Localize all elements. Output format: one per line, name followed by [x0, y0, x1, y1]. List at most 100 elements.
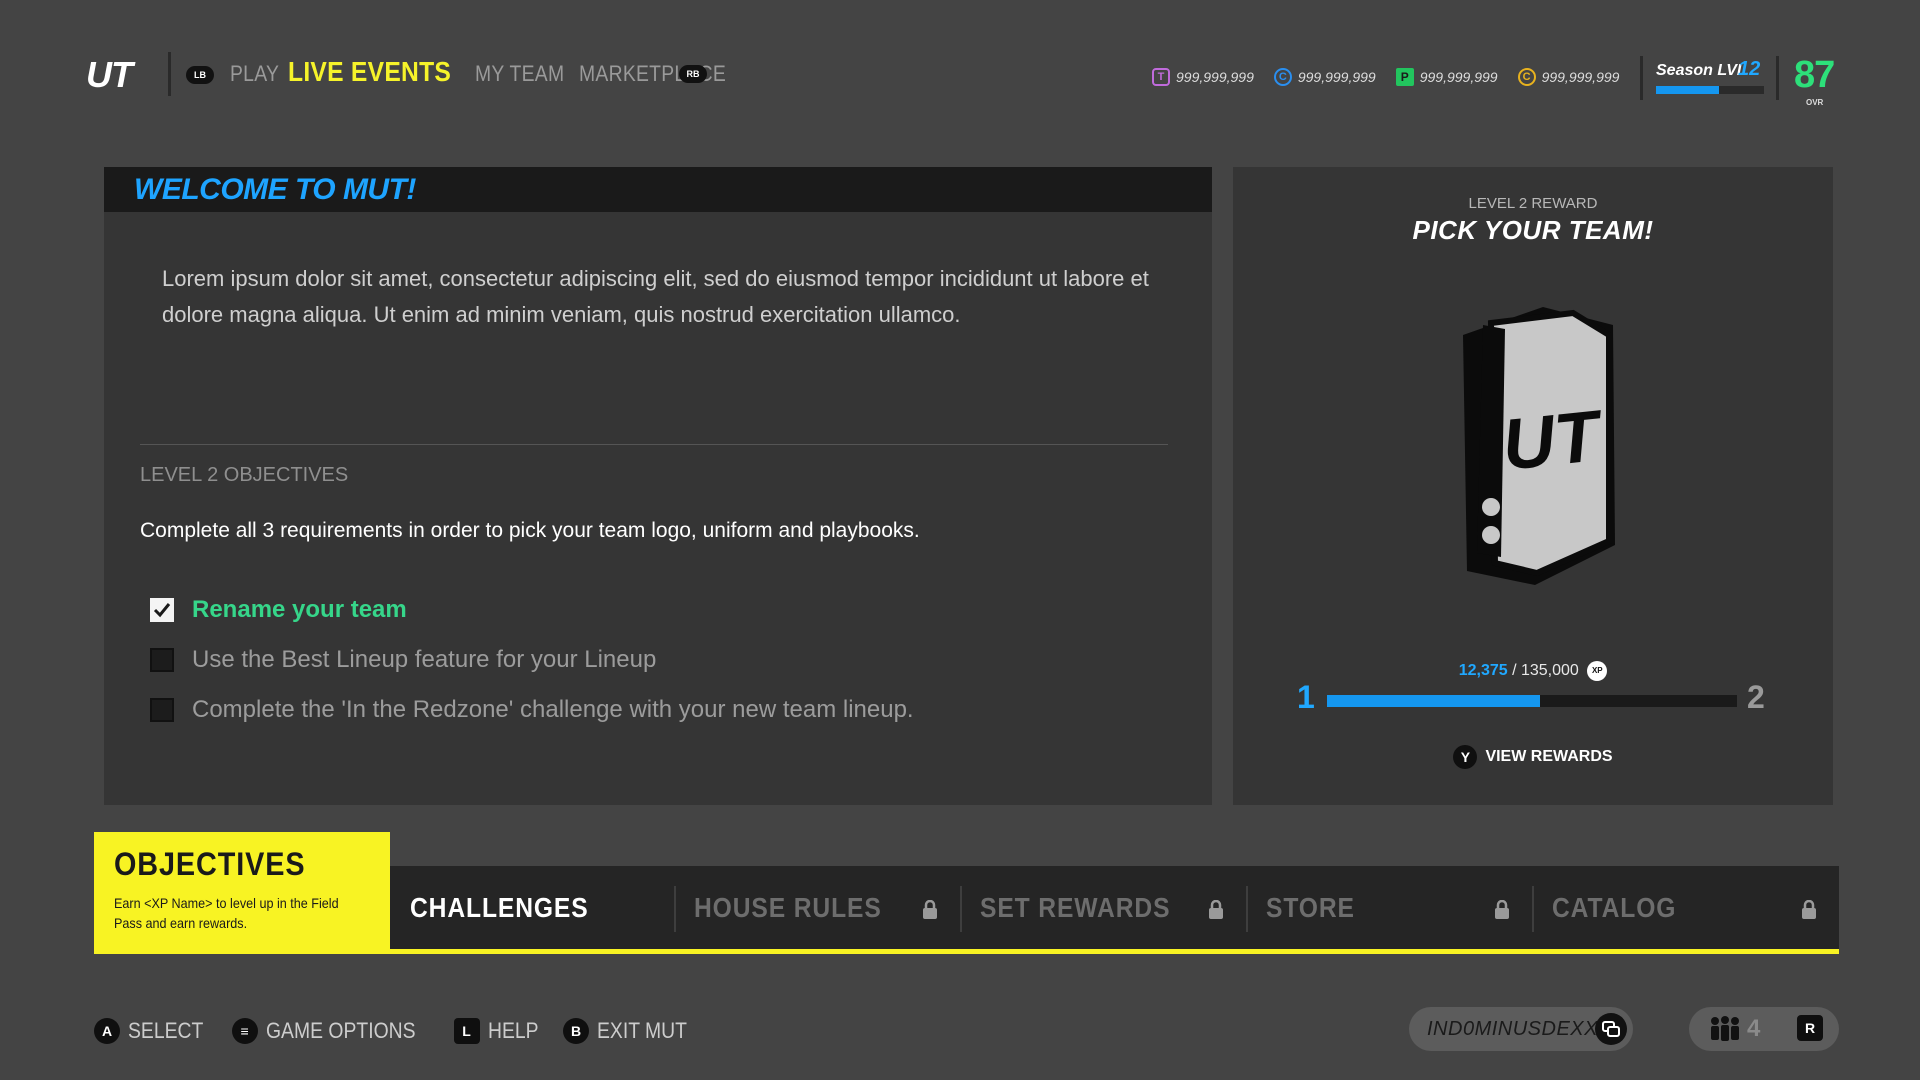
tab-play[interactable]: PLAY [230, 61, 279, 87]
gamertag: IND0MINUSDEXXX [1427, 1017, 1612, 1040]
rb-bumper-icon[interactable]: RB [679, 65, 707, 83]
welcome-header: WELCOME TO MUT! [104, 167, 1212, 212]
ovr-rating: 87 [1794, 54, 1835, 96]
hint-label: GAME OPTIONS [265, 1018, 416, 1043]
objectives-list: Rename your team Use the Best Lineup fea… [150, 585, 914, 735]
tab-label: CATALOG [1552, 891, 1677, 923]
button-hints: A SELECT ≡ GAME OPTIONS L HELP B EXIT MU… [94, 1018, 687, 1044]
tab-live-events[interactable]: LIVE EVENTS [288, 56, 451, 88]
training-points-icon: T [1152, 68, 1170, 86]
divider [960, 886, 962, 932]
coins-icon: C [1517, 68, 1536, 86]
tab-label: HOUSE RULES [694, 891, 882, 923]
pack-logo-text: UT [1499, 396, 1609, 486]
credits-icon: C [1273, 68, 1292, 86]
ut-logo: UT [86, 54, 133, 95]
squad-count: 4 [1747, 1015, 1761, 1042]
xp-icon: XP [1587, 661, 1608, 681]
checkbox-checked-icon [150, 598, 174, 622]
objectives-title: OBJECTIVES [114, 846, 306, 882]
tab-catalog[interactable]: CATALOG [1552, 866, 1693, 949]
season-level-label: Season LVL [1656, 62, 1747, 79]
dpad-left-icon: L [453, 1018, 480, 1044]
checkbox-empty-icon [150, 698, 174, 722]
objectives-description: Earn <XP Name> to level up in the Field … [114, 895, 339, 931]
lock-icon [923, 900, 937, 919]
reward-panel: LEVEL 2 REWARD PICK YOUR TEAM! UT 12,375… [1233, 167, 1833, 805]
xp-current: 12,375 [1458, 662, 1508, 680]
main-nav: PLAY LIVE EVENTS MY TEAM MARKETPLACE [230, 56, 738, 88]
currency-value: 999,999,999 [1176, 69, 1254, 85]
a-button-icon: A [94, 1018, 120, 1044]
view-rewards-label: VIEW REWARDS [1485, 748, 1613, 765]
lock-icon [1209, 900, 1223, 919]
lock-icon [1802, 900, 1816, 919]
tab-my-team[interactable]: MY TEAM [475, 61, 564, 87]
objectives-instructions: Complete all 3 requirements in order to … [140, 519, 920, 542]
tab-label: SET REWARDS [980, 891, 1171, 923]
level-to: 2 [1747, 679, 1765, 715]
dpad-right-icon[interactable]: R [1797, 1015, 1823, 1041]
objective-item[interactable]: Use the Best Lineup feature for your Lin… [150, 635, 914, 685]
b-button-icon: B [563, 1018, 589, 1044]
tab-set-rewards[interactable]: SET REWARDS [980, 866, 1196, 949]
ovr-label: OVR [1806, 98, 1824, 107]
divider [674, 886, 676, 932]
lb-bumper-icon[interactable]: LB [186, 66, 214, 84]
tab-store[interactable]: STORE [1266, 866, 1367, 949]
welcome-description: Lorem ipsum dolor sit amet, consectetur … [162, 266, 1149, 327]
divider [1532, 886, 1534, 932]
gamertag-pill[interactable]: IND0MINUSDEXXX [1409, 1007, 1633, 1051]
hint-exit[interactable]: B EXIT MUT [563, 1018, 687, 1044]
points-icon: P [1395, 68, 1414, 86]
section-tabs: CHALLENGES HOUSE RULES SET REWARDS STORE… [390, 866, 1839, 954]
reward-title: PICK YOUR TEAM! [1412, 215, 1654, 245]
divider [1776, 56, 1779, 100]
tab-label: STORE [1266, 891, 1355, 923]
objective-item[interactable]: Rename your team [150, 585, 914, 635]
objective-label: Use the Best Lineup feature for your Lin… [192, 646, 657, 673]
xp-progress-fill [1327, 695, 1541, 707]
currency-value: 999,999,999 [1297, 69, 1376, 85]
objective-label: Rename your team [192, 596, 407, 623]
view-rewards-button[interactable]: Y VIEW REWARDS [1233, 745, 1833, 769]
currency-points: P 999,999,999 [1395, 68, 1498, 86]
level-from: 1 [1297, 679, 1315, 715]
hint-game-options[interactable]: ≡ GAME OPTIONS [231, 1018, 424, 1044]
welcome-title: WELCOME TO MUT! [134, 173, 416, 206]
xp-progress-bar [1327, 695, 1737, 707]
welcome-panel: WELCOME TO MUT! Lorem ipsum dolor sit am… [104, 167, 1212, 805]
currency-bar: T 999,999,999 C 999,999,999 P 999,999,99… [1152, 68, 1619, 86]
currency-coins: C 999,999,999 [1517, 68, 1620, 86]
xp-readout: 12,375 / 135,000 XP [1233, 661, 1833, 681]
y-button-icon: Y [1453, 745, 1478, 769]
tab-challenges[interactable]: CHALLENGES [410, 866, 613, 949]
hint-label: HELP [487, 1018, 539, 1043]
season-progress-fill [1656, 86, 1719, 94]
tab-house-rules[interactable]: HOUSE RULES [694, 866, 907, 949]
currency-value: 999,999,999 [1541, 69, 1620, 85]
hint-label: EXIT MUT [597, 1018, 687, 1043]
divider [1640, 56, 1643, 100]
currency-training: T 999,999,999 [1152, 68, 1254, 86]
lock-icon [1495, 900, 1509, 919]
xp-total: 135,000 [1520, 662, 1579, 680]
objective-label: Complete the 'In the Redzone' challenge … [192, 696, 914, 723]
top-bar: UT LB PLAY LIVE EVENTS MY TEAM MARKETPLA… [0, 0, 1920, 150]
checkbox-empty-icon [150, 648, 174, 672]
reward-kicker: LEVEL 2 REWARD [1468, 195, 1598, 212]
objectives-heading: LEVEL 2 OBJECTIVES [140, 464, 349, 486]
objective-item[interactable]: Complete the 'In the Redzone' challenge … [150, 685, 914, 735]
hint-help[interactable]: L HELP [453, 1018, 538, 1044]
hint-label: SELECT [128, 1018, 204, 1043]
currency-credits: C 999,999,999 [1273, 68, 1376, 86]
squad-pill[interactable]: 4 R [1689, 1007, 1839, 1051]
divider [1246, 886, 1248, 932]
menu-button-icon: ≡ [231, 1018, 258, 1044]
hint-select[interactable]: A SELECT [94, 1018, 204, 1044]
ut-pack-icon: UT [1433, 295, 1633, 629]
objectives-card[interactable]: OBJECTIVES Earn <XP Name> to level up in… [94, 832, 390, 954]
view-button-icon[interactable] [1595, 1013, 1627, 1045]
xp-separator: / [1507, 662, 1521, 680]
divider [140, 444, 1168, 445]
